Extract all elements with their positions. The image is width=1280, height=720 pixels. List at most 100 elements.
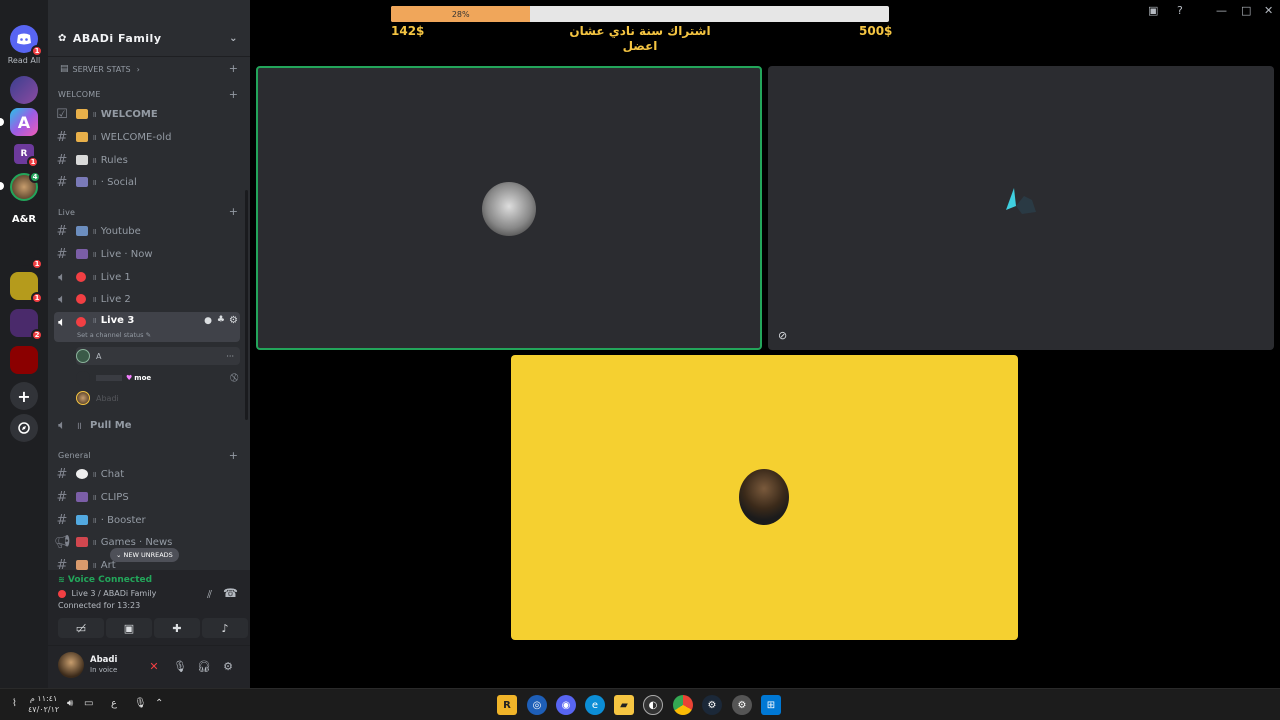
channel-rules[interactable]: # ॥ Rules [54, 150, 240, 170]
username[interactable]: Abadi [90, 655, 117, 665]
edge-icon[interactable]: e [585, 695, 605, 715]
noise-suppression-icon[interactable]: ⫽ [207, 588, 212, 602]
microphone-tray-icon[interactable]: 🎙︎ [134, 698, 147, 709]
channel-booster[interactable]: # ॥ · Booster [54, 510, 240, 530]
close-icon[interactable]: ✕ [1264, 4, 1273, 17]
folder-purple-icon[interactable]: 2 [10, 309, 43, 341]
server-icon-a[interactable]: A [10, 108, 38, 136]
soundboard-icon: ♪ [221, 621, 229, 635]
activities-icon: ✚ [172, 621, 182, 635]
video-off-icon: ⊘ [778, 329, 788, 342]
voice-channel-live-2[interactable]: 🔈︎ ॥ Live 2 [54, 289, 240, 309]
category-live[interactable]: Live [58, 208, 75, 217]
more-icon[interactable]: ··· [226, 352, 234, 361]
participant-tile-speaking[interactable] [256, 66, 762, 350]
folder-yellow-icon[interactable]: 1 [10, 272, 43, 304]
display-icon[interactable]: ▭ [84, 698, 93, 709]
inbox-icon[interactable]: ▣ [1148, 4, 1158, 17]
discord-home-icon[interactable]: 1 [10, 25, 43, 57]
hash-icon: # [56, 174, 68, 190]
voice-channel-live-1[interactable]: 🔈︎ ॥ Live 1 [54, 267, 240, 287]
red-circle-icon [76, 294, 86, 304]
channel-clips[interactable]: # ॥ CLIPS [54, 487, 240, 507]
disconnect-icon[interactable]: ☎ [223, 586, 238, 600]
voice-connected-status[interactable]: ≋ Voice Connected [58, 575, 152, 585]
server-icon-ar[interactable]: A&R [10, 205, 38, 233]
category-general[interactable]: General [58, 451, 91, 460]
discord-taskbar-icon[interactable]: ◉ [556, 695, 576, 715]
avatar[interactable] [58, 652, 84, 678]
server-icon-1[interactable] [10, 76, 38, 104]
clock[interactable]: ١١:٤١ م ٤٧/٠٢/١٢ [28, 693, 59, 715]
channel-chat[interactable]: # ॥ Chat [54, 464, 240, 484]
participant-tile[interactable]: ⊘ [768, 66, 1274, 350]
maximize-icon[interactable]: □ [1241, 4, 1251, 17]
voice-user-abadi[interactable]: Abadi [76, 389, 240, 407]
new-unreads-pill[interactable]: ⌄ NEW UNREADS [110, 548, 179, 562]
channel-social[interactable]: # ॥ · Social [54, 172, 240, 192]
add-channel-icon[interactable]: + [229, 205, 238, 218]
chrome-icon[interactable] [673, 695, 693, 715]
user-panel: Abadi In voice ✕ 🎙︎ 🎧︎ ⚙ [48, 646, 250, 688]
memo-emoji-icon [76, 155, 88, 165]
channel-welcome[interactable]: ☑ ॥ WELCOME [54, 104, 240, 124]
camera-button[interactable]: ▭̸ [58, 618, 104, 638]
settings-icon[interactable]: ⚙ [732, 695, 752, 715]
avatar [76, 371, 90, 385]
add-channel-icon[interactable]: + [229, 449, 238, 462]
camera-off-icon: ▭̸ [75, 621, 87, 635]
category-welcome[interactable]: WELCOME [58, 90, 101, 99]
chevron-up-icon[interactable]: ⌃ [155, 698, 163, 709]
server-icon-avatar[interactable]: 4 [10, 171, 41, 201]
volume-icon[interactable]: 🔊︎ [67, 698, 73, 709]
activities-button[interactable]: ✚ [154, 618, 200, 638]
wave-emoji-icon [76, 109, 88, 119]
server-icon-r[interactable]: R1 [14, 144, 39, 168]
user-status: In voice [90, 666, 118, 674]
obs-icon[interactable]: ◐ [643, 695, 663, 715]
palette-emoji-icon [76, 560, 88, 570]
add-channel-icon[interactable]: + [229, 88, 238, 101]
chat-bubble-icon[interactable]: ● [204, 316, 212, 326]
voice-channel-link[interactable]: Live 3 / ABADi Family [58, 589, 156, 598]
gear-icon[interactable]: ⚙ [220, 658, 236, 674]
discover-icon[interactable] [10, 414, 38, 442]
camera-emoji-icon [76, 177, 88, 187]
voice-channel-pull-me[interactable]: 🔈︎ ॥ Pull Me [54, 415, 240, 435]
add-server-icon[interactable]: + [10, 382, 38, 410]
minimize-icon[interactable]: — [1216, 4, 1227, 17]
folder-red-icon[interactable] [10, 346, 38, 374]
soundboard-button[interactable]: ♪ [202, 618, 248, 638]
invite-icon[interactable]: ♣ [217, 315, 225, 325]
microphone-icon[interactable]: 🎙︎ [172, 658, 188, 674]
read-all-button[interactable]: Read All [0, 56, 48, 65]
file-explorer-icon[interactable]: ▰ [614, 695, 634, 715]
language-indicator[interactable]: ع [111, 698, 117, 709]
rockstar-icon[interactable]: R [497, 695, 517, 715]
app-icon-blue[interactable]: ◎ [527, 695, 547, 715]
guild-header[interactable]: ✿ ABADi Family ⌄ [48, 24, 250, 52]
hash-icon: # [56, 223, 68, 239]
gear-icon[interactable]: ⚙ [229, 315, 238, 326]
voice-user-moe[interactable]: ♥ moe ⧸⃠ [76, 369, 240, 387]
participant-tile-self[interactable] [511, 355, 1018, 640]
steam-icon[interactable]: ⚙ [702, 695, 722, 715]
channel-live-now[interactable]: # ॥ Live · Now [54, 244, 240, 264]
avatar [739, 469, 789, 525]
set-channel-status[interactable]: Set a channel status ✎ [77, 331, 151, 339]
voice-user-a[interactable]: A ··· [76, 347, 240, 365]
help-icon[interactable]: ? [1177, 4, 1183, 17]
sidebar-scrollbar[interactable] [245, 190, 248, 420]
channel-welcome-old[interactable]: # ॥ WELCOME-old [54, 127, 240, 147]
channel-server-stats[interactable]: ▤ SERVER STATS › [54, 59, 240, 79]
wave-emoji-icon [76, 132, 88, 142]
headphones-icon[interactable]: 🎧︎ [196, 658, 212, 674]
screen-share-button[interactable]: ▣ [106, 618, 152, 638]
speaker-icon: 🔈︎ [58, 269, 66, 285]
network-icon[interactable]: ⌇ [12, 698, 17, 709]
add-channel-icon[interactable]: + [229, 62, 238, 75]
server-icon-faded[interactable]: 1 [10, 238, 43, 270]
channel-youtube[interactable]: # ॥ Youtube [54, 221, 240, 241]
game-controller-icon[interactable]: ✕ [146, 658, 162, 674]
windows-start-icon[interactable]: ⊞ [761, 695, 781, 715]
